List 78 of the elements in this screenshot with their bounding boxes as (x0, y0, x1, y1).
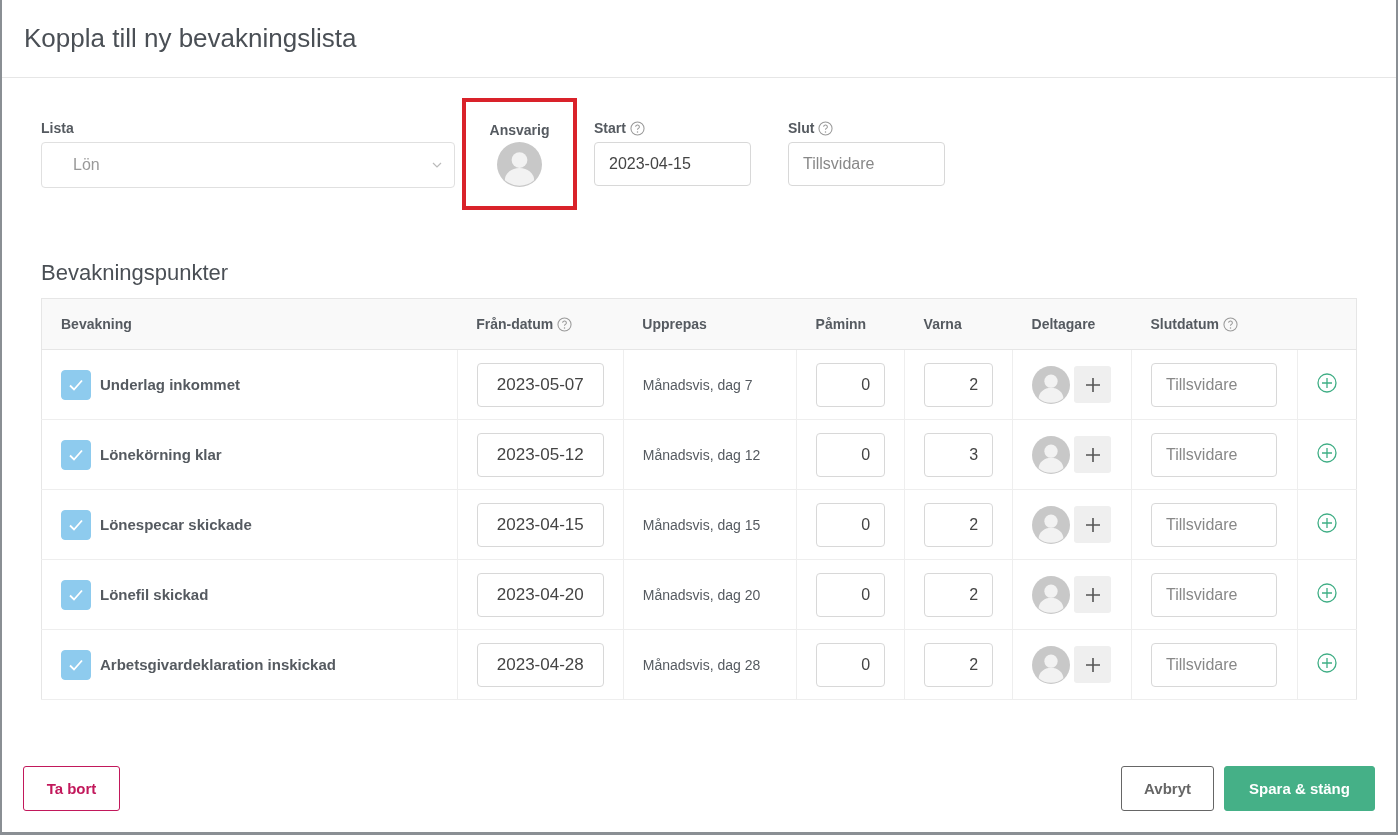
help-icon[interactable] (629, 120, 645, 136)
warn-field[interactable]: 3 (924, 432, 994, 477)
add-circle-icon[interactable] (1317, 513, 1337, 533)
remind-field[interactable]: 0 (816, 502, 886, 547)
task-name: Arbetsgivardeklaration inskickad (100, 656, 336, 673)
end-date-field[interactable]: Tillsvidare (788, 142, 945, 186)
warn-field[interactable]: 2 (924, 572, 994, 617)
end-date-field[interactable]: Tillsvidare (1151, 362, 1277, 407)
remind-field[interactable]: 0 (816, 642, 886, 687)
end-date-field[interactable]: Tillsvidare (1151, 502, 1277, 547)
task-name: Lönespecar skickade (100, 516, 252, 533)
field-label: Lista (41, 120, 75, 136)
column-header: Upprepas (642, 316, 707, 332)
repeat-text: Månadsvis, dag 7 (642, 376, 753, 393)
checkbox[interactable] (61, 439, 91, 470)
delete-button[interactable]: Ta bort (23, 766, 120, 811)
add-participant-button[interactable] (1074, 576, 1112, 613)
warn-field[interactable]: 2 (924, 502, 994, 547)
end-date-field[interactable]: Tillsvidare (1151, 572, 1277, 617)
column-header: Varna (923, 316, 962, 332)
from-date-field[interactable]: 2023-04-28 (476, 642, 604, 687)
from-date-field[interactable]: 2023-04-20 (476, 572, 604, 617)
column-header: Deltagare (1031, 316, 1096, 332)
add-circle-icon[interactable] (1317, 443, 1337, 463)
avatar-icon (1032, 575, 1071, 614)
repeat-text: Månadsvis, dag 20 (642, 586, 761, 603)
plus-icon (1084, 586, 1101, 603)
from-date-field[interactable]: 2023-05-12 (476, 432, 604, 477)
from-date-field[interactable]: 2023-04-15 (476, 502, 604, 547)
help-icon[interactable] (818, 120, 834, 136)
task-name: Lönekörning klar (100, 446, 222, 463)
task-name: Underlag inkommet (100, 376, 241, 393)
column-header: Påminn (815, 316, 867, 332)
section-title: Bevakningspunkter (41, 260, 230, 286)
add-circle-icon[interactable] (1317, 373, 1337, 393)
remind-field[interactable]: 0 (816, 362, 886, 407)
plus-icon (1084, 516, 1101, 533)
help-icon[interactable] (557, 316, 573, 332)
add-participant-button[interactable] (1074, 366, 1112, 403)
avatar-icon (1032, 505, 1071, 544)
plus-icon (1084, 446, 1101, 463)
add-circle-icon[interactable] (1317, 653, 1337, 673)
start-date-field[interactable]: 2023-04-15 (594, 142, 751, 186)
field-label: Start (594, 120, 626, 136)
task-name: Lönefil skickad (100, 586, 209, 603)
chevron-down-icon (432, 162, 442, 168)
from-date-field[interactable]: 2023-05-07 (476, 362, 604, 407)
column-header: Bevakning (61, 316, 132, 332)
avatar-icon (1032, 645, 1071, 684)
add-participant-button[interactable] (1074, 506, 1112, 543)
add-circle-icon[interactable] (1317, 583, 1337, 603)
end-date-field[interactable]: Tillsvidare (1151, 432, 1277, 477)
add-participant-button[interactable] (1074, 646, 1112, 683)
warn-field[interactable]: 2 (924, 642, 994, 687)
column-header: Slutdatum (1150, 316, 1219, 332)
avatar-icon (1032, 435, 1071, 474)
cancel-button[interactable]: Avbryt (1121, 766, 1214, 811)
warn-field[interactable]: 2 (924, 362, 994, 407)
help-icon[interactable] (1222, 316, 1238, 332)
end-date-field[interactable]: Tillsvidare (1151, 642, 1277, 687)
repeat-text: Månadsvis, dag 28 (642, 656, 761, 673)
repeat-text: Månadsvis, dag 15 (642, 516, 761, 533)
plus-icon (1084, 656, 1101, 673)
checkbox[interactable] (61, 509, 91, 540)
field-label: Ansvarig (489, 122, 550, 138)
add-participant-button[interactable] (1074, 436, 1112, 473)
dialog-title: Koppla till ny bevakningslista (24, 23, 357, 54)
plus-icon (1084, 376, 1101, 393)
avatar-icon (1032, 365, 1071, 404)
remind-field[interactable]: 0 (816, 572, 886, 617)
checkbox[interactable] (61, 579, 91, 610)
repeat-text: Månadsvis, dag 12 (642, 446, 761, 463)
checkbox[interactable] (61, 369, 91, 400)
column-header: Från-datum (476, 316, 554, 332)
remind-field[interactable]: 0 (816, 432, 886, 477)
field-label: Slut (788, 120, 815, 136)
checkbox[interactable] (61, 649, 91, 680)
avatar-icon (497, 142, 542, 187)
